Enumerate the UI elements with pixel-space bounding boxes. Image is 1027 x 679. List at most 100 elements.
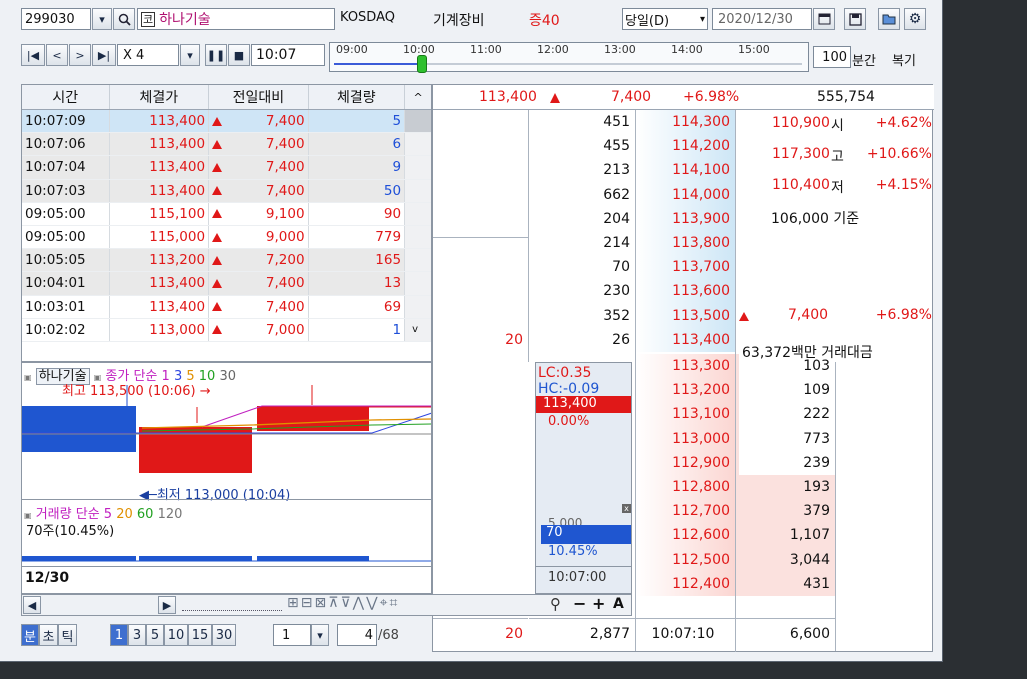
search-button[interactable] [113,8,135,30]
restore-button[interactable]: 복기 [892,50,916,69]
ask-price: 114,000 [636,182,735,207]
pause-button[interactable]: ❚❚ [205,44,227,66]
prev-button[interactable]: < [46,44,68,66]
save-icon [848,12,862,26]
last-button[interactable]: ▶| [92,44,116,66]
settings-button[interactable]: ⚙ [904,8,926,30]
stock-code-input[interactable]: 299030 [21,8,91,30]
tick-row[interactable]: 10:04:01 113,400 7,400 13 [22,272,431,296]
tick-row[interactable]: 10:03:01 113,400 7,400 69 [22,295,431,319]
ask-qty: 214 [603,235,630,252]
tick-time: 10:07:06 [22,133,110,156]
pause-icon: ❚❚ [206,48,226,62]
tab-tick[interactable]: 틱 [58,624,77,646]
scrollbar-cell[interactable] [405,295,431,318]
up-arrow-icon [212,186,223,196]
timeline-slider[interactable]: 09:00 10:00 11:00 12:00 13:00 14:00 15:00 [329,42,809,73]
time-value: 10:07 [256,47,297,63]
timeline-tick-label: 14:00 [671,43,703,56]
scrollbar-cell[interactable] [405,225,431,249]
info-label: 고 [831,149,844,165]
font-button[interactable]: A [613,596,624,612]
sector-label: 기계장비 [433,13,485,29]
tick-time: 09:05:00 [22,202,110,225]
folder-button[interactable] [878,8,900,30]
code-dropdown-button[interactable]: ▾ [92,8,112,30]
interval-30[interactable]: 30 [212,624,236,646]
scroll-right-button[interactable]: ▶ [158,596,176,614]
quote-pct: +6.98% [683,89,740,105]
first-button[interactable]: |◀ [21,44,45,66]
quote-volume: 555,754 [817,89,875,105]
scrollbar-cell[interactable] [405,156,431,179]
tick-time: 10:07:04 [22,156,110,179]
timeline-handle[interactable] [417,55,427,73]
interval-5[interactable]: 5 [146,624,164,646]
calendar-button[interactable] [813,8,835,30]
page-input[interactable]: 4 [337,624,377,646]
tick-row[interactable]: 10:02:02 113,000 7,000 1 v [22,318,431,342]
tick-row[interactable]: 10:07:04 113,400 7,400 9 [22,156,431,180]
period-select[interactable]: 당일(D) ▾ [622,8,708,30]
base-value: 106,000 [771,211,829,227]
interval-15[interactable]: 15 [188,624,212,646]
tick-change-cell: 7,400 [209,133,309,156]
scrollbar-cell[interactable] [405,202,431,225]
scroll-left-button[interactable]: ◀ [23,596,41,614]
scrollbar-cell[interactable] [405,133,431,156]
close-icon[interactable]: x [622,504,631,513]
stock-name-field[interactable]: 코 하나기술 [137,8,335,30]
page-total: /68 [378,628,399,643]
tick-row[interactable]: 10:07:09 113,400 7,400 5 [22,110,431,134]
bid-price: 112,700 [636,499,735,524]
tick-time: 10:04:01 [22,272,110,295]
gear-icon: ⚙ [908,11,922,27]
tick-row[interactable]: 10:07:03 113,400 7,400 50 [22,179,431,203]
scrollbar-cell[interactable] [405,272,431,295]
zoom-in-button[interactable]: + [592,594,605,613]
zoom-out-button[interactable]: − [573,594,586,613]
tick-row[interactable]: 10:07:06 113,400 7,400 6 [22,133,431,157]
interval-3[interactable]: 3 [128,624,146,646]
folder-icon [882,14,896,25]
chevron-left-icon: < [52,48,62,62]
tick-change-cell: 7,400 [209,295,309,318]
tab-minute[interactable]: 분 [21,624,39,646]
time-field[interactable]: 10:07 [251,44,325,66]
tick-row[interactable]: 10:05:05 113,200 7,200 165 [22,249,431,273]
ask-qty: 451 [603,114,630,131]
stop-icon: ■ [233,48,245,62]
scrollbar-cell[interactable] [405,249,431,272]
scrollbar-cell[interactable]: v [405,318,431,341]
legend-marker-icon: ▣ [24,511,32,520]
search-icon[interactable]: ⚲ [550,595,561,613]
speed-dropdown[interactable]: ▾ [180,44,200,66]
interval-1[interactable]: 1 [110,624,128,646]
tick-time: 10:03:01 [22,295,110,318]
next-button[interactable]: > [69,44,91,66]
interval-10[interactable]: 10 [164,624,188,646]
up-arrow-icon [212,232,223,242]
scroll-up-button[interactable]: ^ [405,85,431,109]
tick-row[interactable]: 09:05:00 115,000 9,000 779 [22,225,431,250]
tick-change: 7,400 [265,159,305,176]
save-button[interactable] [844,8,866,30]
bid-qty: 193 [736,475,835,500]
zoom-slider[interactable] [182,599,282,611]
count-dropdown[interactable]: ▾ [311,624,329,646]
interval-input[interactable]: 100 [813,46,851,68]
stop-button[interactable]: ■ [228,44,250,66]
volume-ma120: 120 [157,507,183,522]
date-field[interactable]: 2020/12/30 [712,8,812,30]
scrollbar-cell[interactable] [405,110,431,133]
scrollbar-cell[interactable] [405,179,431,202]
up-arrow-icon [212,255,223,265]
tick-row[interactable]: 09:05:00 115,100 9,100 90 [22,202,431,226]
tick-volume: 50 [309,179,406,202]
speed-select[interactable]: X 4 [117,44,179,66]
tab-second[interactable]: 초 [39,624,58,646]
tick-volume: 6 [309,133,406,156]
count-select[interactable]: 1 [273,624,311,646]
chart-low-label: ◀─최저 113,000 (10:04) [139,484,290,503]
drawing-tools[interactable]: ⊞⊟⊠⊼⊽⋀⋁⌖⌗ [287,595,399,611]
